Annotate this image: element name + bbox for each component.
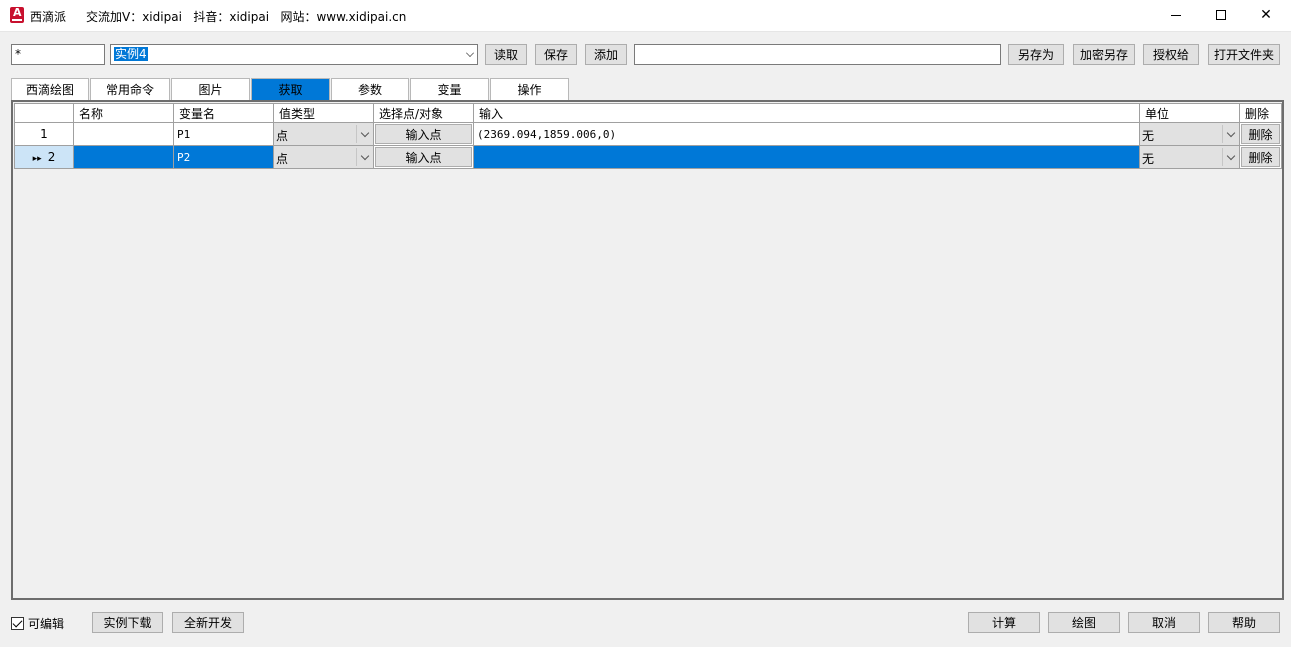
valuetype-value: 点 <box>276 152 289 166</box>
maximize-icon <box>1216 10 1226 20</box>
row-header[interactable]: 1 <box>14 122 74 146</box>
table-row[interactable]: ▸▸ 2 P2 点 输入点 无 删除 <box>14 145 1282 169</box>
save-as-button[interactable]: 另存为 <box>1008 44 1064 65</box>
varname-cell[interactable]: P2 <box>173 145 274 169</box>
table-row[interactable]: 1 P1 点 输入点 (2369.094,1859.006,0) 无 删除 <box>14 122 1282 146</box>
current-row-marker-icon: ▸▸ <box>32 154 42 164</box>
input-cell[interactable]: (2369.094,1859.006,0) <box>473 122 1140 146</box>
tab-acquire[interactable]: 获取 <box>251 78 330 100</box>
column-header-varname[interactable]: 变量名 <box>173 103 274 123</box>
authorize-button[interactable]: 授权给 <box>1143 44 1199 65</box>
chevron-down-icon[interactable] <box>1222 125 1238 143</box>
chevron-down-icon[interactable] <box>356 148 372 166</box>
tab-variables[interactable]: 变量 <box>410 78 489 100</box>
pick-cell: 输入点 <box>373 122 474 146</box>
varname-cell[interactable]: P1 <box>173 122 274 146</box>
close-button[interactable]: ✕ <box>1243 0 1289 30</box>
new-development-button[interactable]: 全新开发 <box>172 612 244 633</box>
name-input[interactable] <box>634 44 1001 65</box>
open-folder-button[interactable]: 打开文件夹 <box>1208 44 1280 65</box>
name-cell[interactable] <box>73 122 174 146</box>
minimize-button[interactable] <box>1153 0 1199 30</box>
editable-label: 可编辑 <box>28 617 65 631</box>
valuetype-combo[interactable]: 点 <box>273 122 374 146</box>
filter-input[interactable]: * <box>11 44 105 65</box>
save-button[interactable]: 保存 <box>535 44 577 65</box>
add-button[interactable]: 添加 <box>585 44 627 65</box>
table-header-row: 名称 变量名 值类型 选择点/对象 输入 单位 删除 <box>14 103 1282 123</box>
tab-parameters[interactable]: 参数 <box>331 78 409 100</box>
delete-row-button[interactable]: 删除 <box>1241 124 1280 144</box>
download-example-button[interactable]: 实例下载 <box>92 612 163 633</box>
instance-select[interactable]: 实例4 <box>110 44 478 65</box>
row-index: 2 <box>47 150 56 164</box>
unit-value: 无 <box>1142 129 1155 143</box>
cancel-button[interactable]: 取消 <box>1128 612 1200 633</box>
tab-images[interactable]: 图片 <box>171 78 250 100</box>
row-index: 1 <box>40 127 48 141</box>
input-point-button[interactable]: 输入点 <box>375 147 472 167</box>
unit-value: 无 <box>1142 152 1155 166</box>
column-header-pick[interactable]: 选择点/对象 <box>373 103 474 123</box>
contact-info: 交流加V：xidipai 抖音：xidipai 网站：www.xidipai.c… <box>86 10 407 24</box>
column-header-delete[interactable]: 删除 <box>1239 103 1282 123</box>
row-header[interactable]: ▸▸ 2 <box>14 145 74 169</box>
unit-combo[interactable]: 无 <box>1139 145 1240 169</box>
input-point-button[interactable]: 输入点 <box>375 124 472 144</box>
read-button[interactable]: 读取 <box>485 44 527 65</box>
app-title: 西滴派 <box>30 10 67 24</box>
close-icon: ✕ <box>1260 7 1272 23</box>
autocad-icon <box>10 6 24 23</box>
editable-checkbox[interactable] <box>11 617 24 630</box>
chevron-down-icon[interactable] <box>466 49 474 57</box>
valuetype-value: 点 <box>276 129 289 143</box>
delete-cell: 删除 <box>1239 122 1282 146</box>
tab-xidi-drawing[interactable]: 西滴绘图 <box>11 78 89 100</box>
chevron-down-icon[interactable] <box>1222 148 1238 166</box>
tab-operations[interactable]: 操作 <box>490 78 569 100</box>
delete-row-button[interactable]: 删除 <box>1241 147 1280 167</box>
name-cell[interactable] <box>73 145 174 169</box>
chevron-down-icon[interactable] <box>356 125 372 143</box>
instance-selected-value: 实例4 <box>114 47 148 61</box>
tab-common-commands[interactable]: 常用命令 <box>90 78 170 100</box>
maximize-button[interactable] <box>1198 0 1244 30</box>
draw-button[interactable]: 绘图 <box>1048 612 1120 633</box>
grid-panel: 名称 变量名 值类型 选择点/对象 输入 单位 删除 1 P1 点 输入点 (2… <box>11 100 1284 600</box>
input-cell[interactable] <box>473 145 1140 169</box>
column-header-valuetype[interactable]: 值类型 <box>273 103 374 123</box>
column-header-rowindex <box>14 103 74 123</box>
unit-combo[interactable]: 无 <box>1139 122 1240 146</box>
calculate-button[interactable]: 计算 <box>968 612 1040 633</box>
help-button[interactable]: 帮助 <box>1208 612 1280 633</box>
column-header-name[interactable]: 名称 <box>73 103 174 123</box>
pick-cell: 输入点 <box>373 145 474 169</box>
title-bar: 西滴派 交流加V：xidipai 抖音：xidipai 网站：www.xidip… <box>0 0 1291 32</box>
variables-table: 名称 变量名 值类型 选择点/对象 输入 单位 删除 1 P1 点 输入点 (2… <box>14 103 1282 169</box>
valuetype-combo[interactable]: 点 <box>273 145 374 169</box>
encrypt-save-as-button[interactable]: 加密另存 <box>1073 44 1135 65</box>
delete-cell: 删除 <box>1239 145 1282 169</box>
column-header-input[interactable]: 输入 <box>473 103 1140 123</box>
minimize-icon <box>1171 14 1181 16</box>
column-header-unit[interactable]: 单位 <box>1139 103 1240 123</box>
